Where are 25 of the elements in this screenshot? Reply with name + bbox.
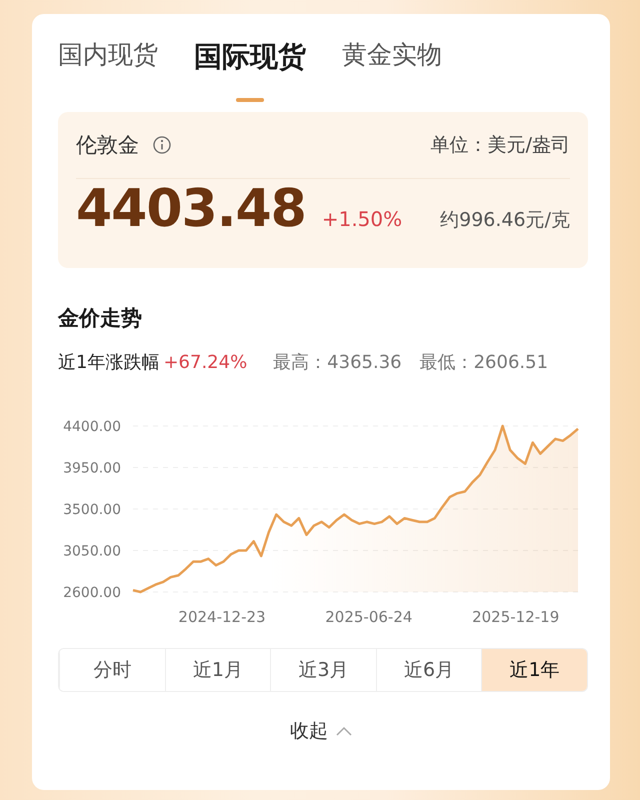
axis-label: 2600.00	[63, 585, 121, 601]
axis-label: 4400.00	[63, 419, 121, 435]
chevron-up-icon	[336, 726, 352, 736]
axis-label: 3500.00	[63, 502, 121, 518]
axis-label: 2025-12-19	[472, 608, 560, 626]
low-price: 最低：2606.51	[420, 351, 548, 374]
axis-label: 2025-06-24	[325, 608, 412, 626]
quote-name: 伦敦金	[76, 132, 139, 159]
info-icon[interactable]	[153, 136, 171, 154]
collapse-button[interactable]: 收起	[286, 714, 356, 748]
tab[interactable]: 国际现货	[194, 38, 306, 102]
range-tab[interactable]: 近1年	[481, 649, 587, 691]
price-change: +1.50%	[322, 207, 402, 231]
period-change: +67.24%	[163, 352, 248, 372]
axis-label: 3950.00	[63, 460, 121, 476]
axis-label: 2024-12-23	[178, 608, 266, 626]
period-label: 近1年涨跌幅	[58, 351, 160, 374]
high-price: 最高：4365.36	[273, 351, 402, 374]
unit-label: 单位：美元/盎司	[430, 133, 570, 158]
tab[interactable]: 国内现货	[58, 38, 158, 102]
quote-price: 4403.48	[76, 179, 306, 239]
price-per-gram: 约996.46元/克	[440, 208, 570, 233]
section-title: 金价走势	[58, 305, 143, 332]
tab[interactable]: 黄金实物	[342, 38, 442, 102]
axis-label: 3050.00	[63, 544, 121, 560]
